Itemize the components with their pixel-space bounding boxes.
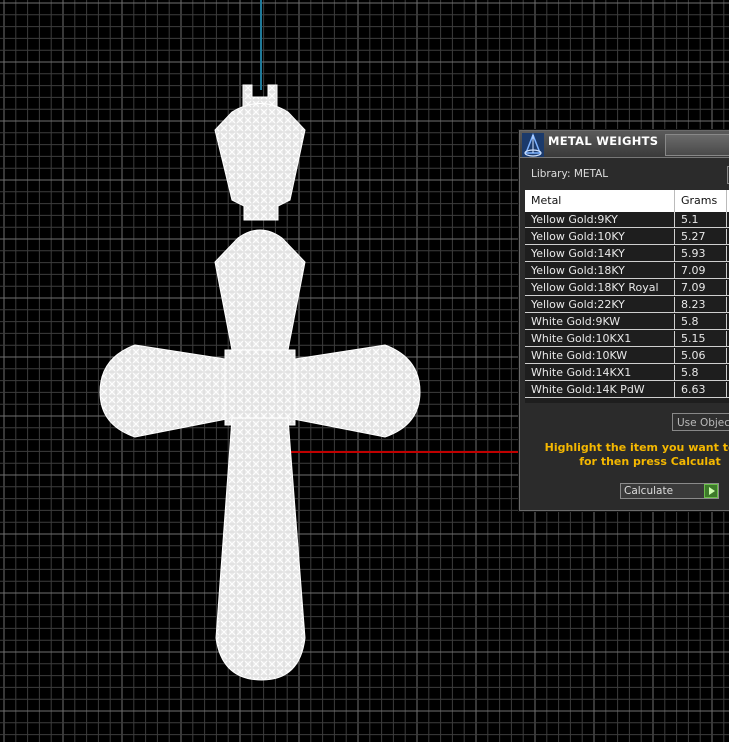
grams-cell: 5.93 xyxy=(675,246,727,262)
metal-cell: White Gold:14KX1 xyxy=(525,365,675,381)
table-row[interactable]: White Gold:10KX1 5.15 xyxy=(525,331,729,347)
instruction-line-1: Highlight the item you want to fin xyxy=(544,441,729,454)
grams-cell: 5.8 xyxy=(675,365,727,381)
cross-pendant-wireframe[interactable] xyxy=(99,84,421,681)
table-row[interactable]: Yellow Gold:18KY Royal 7.09 xyxy=(525,280,729,296)
panel-title-tab[interactable] xyxy=(665,134,729,156)
metal-cell: White Gold:10KX1 xyxy=(525,331,675,347)
metal-cell: White Gold:14K PdW xyxy=(525,382,675,398)
grams-cell: 5.15 xyxy=(675,331,727,347)
grams-cell: 5.27 xyxy=(675,229,727,245)
panel-title: METAL WEIGHTS xyxy=(548,134,659,148)
grams-cell: 5.8 xyxy=(675,314,727,330)
table-row[interactable]: Yellow Gold:14KY 5.93 xyxy=(525,246,729,262)
metal-cell: Yellow Gold:9KY xyxy=(525,212,675,228)
instruction-line-2: for then press Calculat xyxy=(579,455,721,468)
play-arrow-icon xyxy=(709,487,715,495)
metal-weights-panel[interactable]: METAL WEIGHTS Library: METAL Metal Grams… xyxy=(519,130,729,511)
panel-titlebar[interactable]: METAL WEIGHTS xyxy=(520,131,729,158)
table-row[interactable]: Yellow Gold:18KY 7.09 xyxy=(525,263,729,279)
grams-cell: 6.63 xyxy=(675,382,727,398)
table-row[interactable]: White Gold:9KW 5.8 xyxy=(525,314,729,330)
grams-cell: 5.1 xyxy=(675,212,727,228)
metal-cell: Yellow Gold:18KY Royal xyxy=(525,280,675,296)
library-label: Library: METAL xyxy=(531,168,609,180)
table-row[interactable]: White Gold:14KX1 5.8 xyxy=(525,365,729,381)
grams-cell: 8.23 xyxy=(675,297,727,313)
table-row[interactable]: Yellow Gold:22KY 8.23 xyxy=(525,297,729,313)
table-header: Metal Grams xyxy=(525,190,729,212)
grams-cell: 5.06 xyxy=(675,348,727,364)
column-header-grams[interactable]: Grams xyxy=(675,190,727,212)
grams-cell: 7.09 xyxy=(675,280,727,296)
metal-weights-icon xyxy=(522,133,544,157)
table-row[interactable]: Yellow Gold:9KY 5.1 xyxy=(525,212,729,228)
column-header-metal[interactable]: Metal xyxy=(525,190,675,212)
table-row[interactable]: White Gold:14K PdW 6.63 xyxy=(525,382,729,398)
instruction-text: Highlight the item you want to fin for t… xyxy=(520,441,729,469)
grams-cell: 7.09 xyxy=(675,263,727,279)
metal-cell: Yellow Gold:22KY xyxy=(525,297,675,313)
table-row[interactable]: White Gold:10KW 5.06 xyxy=(525,348,729,364)
metal-table[interactable]: Metal Grams Yellow Gold:9KY 5.1 Yellow Gol… xyxy=(525,190,729,403)
metal-cell: Yellow Gold:18KY xyxy=(525,263,675,279)
metal-cell: White Gold:10KW xyxy=(525,348,675,364)
calculate-go-button[interactable] xyxy=(704,484,718,498)
use-object-button[interactable]: Use Objec xyxy=(672,413,729,431)
metal-cell: White Gold:9KW xyxy=(525,314,675,330)
table-row[interactable]: Yellow Gold:10KY 5.27 xyxy=(525,229,729,245)
metal-cell: Yellow Gold:10KY xyxy=(525,229,675,245)
metal-cell: Yellow Gold:14KY xyxy=(525,246,675,262)
